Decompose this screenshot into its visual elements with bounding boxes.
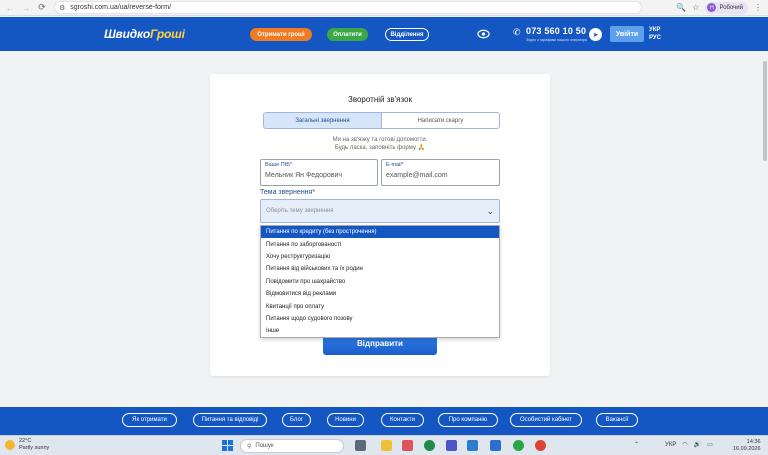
logo-text-1: Швидко (104, 27, 150, 41)
footer-link-blog[interactable]: Блог (282, 413, 311, 427)
menu-icon[interactable]: ⋮ (754, 3, 762, 12)
logo-text-2: Гроші (149, 27, 185, 41)
lang-ukr[interactable]: УКР (649, 26, 661, 34)
dropdown-option[interactable]: Повідомити про шахрайство (261, 276, 499, 288)
branches-button[interactable]: Відділення (385, 28, 429, 41)
whatsapp-icon[interactable] (513, 440, 524, 451)
weather-text: Partly sunny (19, 444, 50, 451)
topic-dropdown-list: Питання по кредиту (без прострочення) Пи… (260, 225, 500, 338)
dropdown-option[interactable]: Відмовитися від реклами (261, 288, 499, 300)
profile-button[interactable]: Н Робочий (705, 1, 748, 14)
page-scrollbar[interactable] (762, 51, 768, 407)
volume-icon[interactable]: 🔊 (694, 441, 701, 448)
footer-link-news[interactable]: Новини (327, 413, 364, 427)
topic-select[interactable]: Оберіть тему звернення ⌄ (260, 199, 500, 223)
hint-line-1: Ми на зв'язку та готові допомогти. (332, 137, 428, 143)
footer-link-contacts[interactable]: Контакти (381, 413, 424, 427)
email-field[interactable]: E-mail* example@mail.com (381, 159, 500, 186)
search-icon: ⚲ (247, 443, 252, 450)
name-label: Ваше ПІБ* (265, 162, 292, 168)
clock-date: 16.09.2026 (733, 446, 761, 452)
get-money-button[interactable]: Отримати гроші (250, 28, 312, 41)
email-placeholder[interactable]: example@mail.com (386, 172, 448, 179)
search-placeholder: Пошук (255, 443, 274, 449)
phone-icon: ✆ (513, 27, 521, 37)
bookmark-star-icon[interactable]: ☆ (692, 3, 699, 12)
avatar: Н (707, 3, 717, 12)
telegram-icon[interactable]: ➤ (589, 28, 602, 41)
form-title: Зворотній зв'язок (347, 95, 413, 104)
accessibility-eye-icon[interactable] (477, 29, 490, 39)
chrome-icon[interactable] (535, 440, 546, 451)
name-value[interactable]: Мельник Ян Федорович (265, 172, 342, 179)
system-tray: ⌃ УКР ◠ 🔊 ▭ (634, 441, 713, 449)
browser-toolbar: ← → ⟳ ⚙ sgroshi.com.ua/ua/reverse-form/ … (0, 0, 768, 16)
store-icon[interactable] (467, 440, 478, 451)
dropdown-option[interactable]: Хочу реструктуризацію (261, 251, 499, 263)
chevron-up-icon[interactable]: ⌃ (634, 441, 639, 448)
weather-widget[interactable]: 22°C Partly sunny (5, 438, 49, 451)
dropdown-option[interactable]: Питання по заборгованості (261, 238, 499, 250)
site-footer: Як отримати Питання та відповіді Блог Но… (0, 407, 768, 435)
site-header: ШвидкоГроші Отримати гроші Оплатити Відд… (0, 17, 768, 51)
task-view-icon[interactable] (355, 440, 366, 451)
clock-time: 14:36 (746, 439, 761, 445)
form-hint: Ми на зв'язку та готові допомогти. Будь … (210, 137, 550, 152)
footer-link-faq[interactable]: Питання та відповіді (193, 413, 267, 427)
zoom-icon[interactable]: 🔍 (676, 3, 686, 12)
footer-link-vacancies[interactable]: Вакансії (596, 413, 638, 427)
copilot-icon[interactable] (402, 440, 413, 451)
dropdown-option[interactable]: Інше (261, 325, 499, 337)
footer-link-cabinet[interactable]: Особистий кабінет (510, 413, 582, 427)
name-field[interactable]: Ваше ПІБ* Мельник Ян Федорович (260, 159, 378, 186)
back-icon[interactable]: ← (4, 2, 16, 14)
taskbar-search[interactable]: ⚲ Пошук (240, 439, 344, 453)
profile-name: Робочий (719, 4, 743, 11)
edge-icon[interactable] (424, 440, 435, 451)
sun-icon (5, 439, 15, 450)
scrollbar-thumb[interactable] (763, 61, 767, 161)
logo[interactable]: ШвидкоГроші (104, 27, 185, 41)
form-tabs: Загальні звернення Написати скаргу (263, 112, 500, 129)
battery-icon[interactable]: ▭ (707, 441, 713, 448)
pay-button[interactable]: Оплатити (327, 28, 368, 41)
language-switch: УКР РУС (649, 26, 661, 42)
site-info-icon[interactable]: ⚙ (59, 4, 65, 12)
footer-link-how-to-get[interactable]: Як отримати (122, 413, 177, 427)
dropdown-option[interactable]: Питання від військових та їх родин (261, 263, 499, 275)
windows-start-icon[interactable] (222, 440, 233, 451)
lang-rus[interactable]: РУС (649, 34, 661, 42)
email-label: E-mail* (386, 162, 404, 168)
url-text: sgroshi.com.ua/ua/reverse-form/ (70, 4, 172, 11)
topic-label: Тема звернення* (260, 189, 316, 196)
windows-taskbar: 22°C Partly sunny ⚲ Пошук ⌃ УКР ◠ 🔊 ▭ 14… (0, 435, 768, 455)
chevron-down-icon: ⌄ (486, 206, 494, 216)
forward-icon[interactable]: → (20, 2, 32, 14)
phone-number[interactable]: 073 560 10 50 (526, 26, 586, 36)
tab-complaint[interactable]: Написати скаргу (382, 113, 499, 128)
reload-icon[interactable]: ⟳ (36, 2, 48, 14)
phone-note: Згідно з тарифами вашого оператора (526, 38, 587, 42)
teams-icon[interactable] (446, 440, 457, 451)
dropdown-option[interactable]: Питання щодо судового позову (261, 313, 499, 325)
hint-line-2: Будь ласка, заповніть форму 🙏 (334, 144, 426, 151)
wifi-icon[interactable]: ◠ (682, 441, 687, 448)
clock[interactable]: 14:36 16.09.2026 (733, 439, 761, 453)
dropdown-option[interactable]: Квитанції про оплату (261, 300, 499, 312)
topic-placeholder: Оберіть тему звернення (266, 208, 334, 214)
address-bar[interactable]: ⚙ sgroshi.com.ua/ua/reverse-form/ (54, 1, 642, 14)
dropdown-option[interactable]: Питання по кредиту (без прострочення) (261, 226, 499, 239)
footer-link-about[interactable]: Про компанію (438, 413, 498, 427)
outlook-icon[interactable] (490, 440, 501, 451)
login-button[interactable]: Увійти (610, 26, 644, 42)
tab-general[interactable]: Загальні звернення (264, 113, 382, 128)
tray-lang[interactable]: УКР (665, 442, 676, 448)
file-explorer-icon[interactable] (381, 440, 392, 451)
